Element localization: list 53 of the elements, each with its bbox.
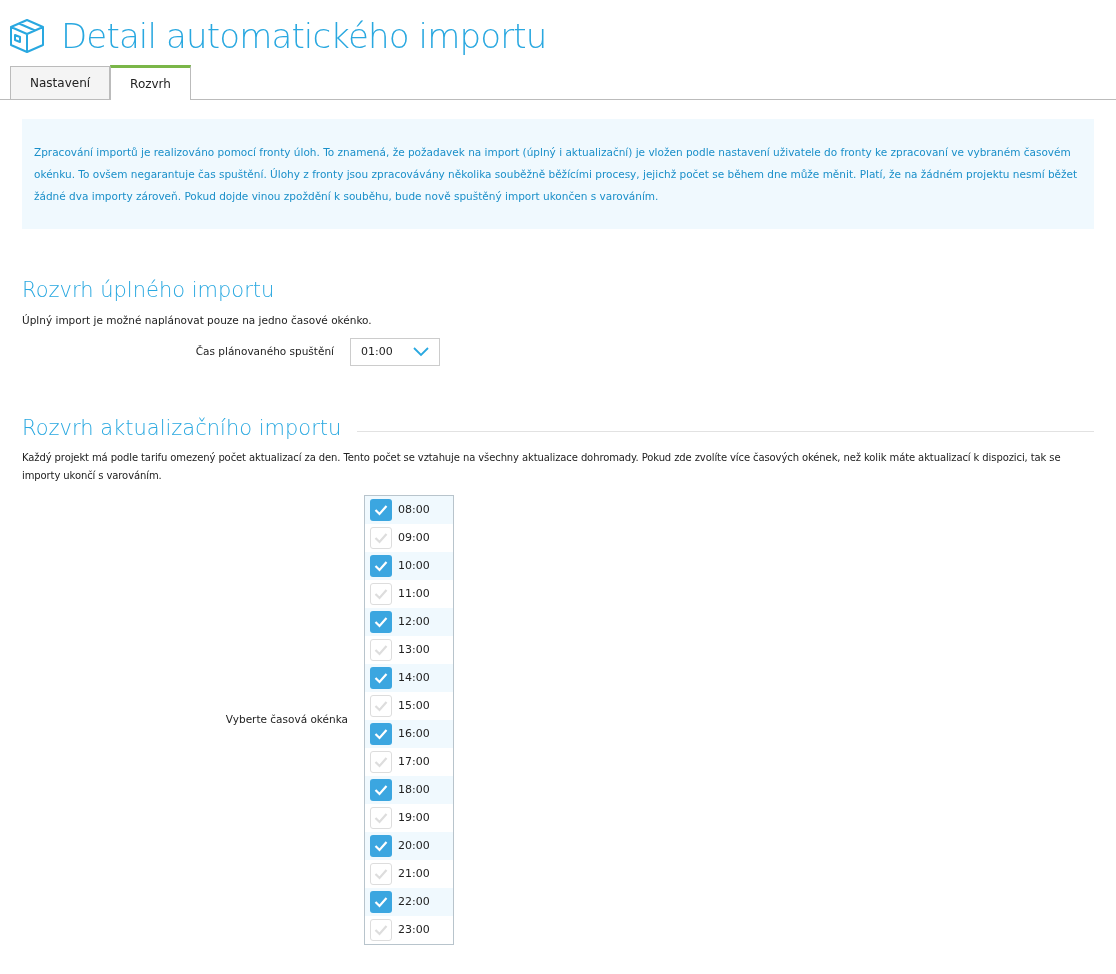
checkmark-icon [374,559,388,572]
checkbox[interactable] [370,890,392,913]
section-description: Úplný import je možné naplánovat pouze na jedno časové okénko. [22,312,373,328]
time-slot-option[interactable]: 12:00 [365,607,453,636]
time-slot-option[interactable]: 22:00 [365,887,453,916]
checkbox[interactable] [370,778,392,801]
box-icon [9,18,45,54]
section-heading: Rozvrh úplného importu [22,277,276,304]
checkmark-icon [374,503,388,516]
checkbox[interactable] [370,722,392,745]
tab[interactable]: Nastavení [10,66,111,99]
checkmark-icon [374,755,388,768]
checkbox[interactable] [370,806,392,829]
checkbox[interactable] [370,498,392,521]
checkmark-icon [374,699,388,712]
checkmark-icon [374,587,388,600]
time-slot-option[interactable]: 20:00 [365,831,453,860]
checkbox[interactable] [370,834,392,857]
checkmark-icon [374,811,388,824]
time-slot-option[interactable]: 10:00 [365,551,453,580]
checkbox[interactable] [370,554,392,577]
time-slot-option[interactable]: 08:00 [365,495,453,524]
checkmark-icon [374,839,388,852]
section-description: Každý projekt má podle tarifu omezený počet aktualizací za den. Tento počet se vztahuje na všechny aktualizace dohromady. Pokud zde zvolíte více časových okének, než kolik máte aktualizací k dispozici, tak se importy ukončí s varováním. [22,450,1062,483]
time-dropdown[interactable]: 01:00 [350,338,440,367]
checkmark-icon [374,783,388,796]
field-label: Čas plánovaného spuštění [194,344,335,360]
checkbox[interactable] [370,862,392,885]
info-text: Zpracování importů je realizováno pomocí fronty úloh. To znamená, že požadavek na import (úplný i aktualizační) je vložen podle nastavení uživatele do fronty ke zpracovaní ve vybraném časovém okénku. To ovšem negarantuje čas spuštění. Úlohy z fronty jsou zpracovávány několika souběžně běžícími procesy, jejichž počet se během dne může měnit. Platí, že na žádném projektu nesmí běžet žádné dva importy zároveň. Pokud dojde vinou zpoždění k souběhu, bude nově spuštěný import ukončen s varováním. [34,145,1079,204]
checkbox[interactable] [370,582,392,605]
checkmark-icon [374,615,388,628]
checkbox[interactable] [370,918,392,941]
checkmark-icon [374,895,388,908]
checkmark-icon [374,643,388,656]
checkmark-icon [374,923,388,936]
checkbox[interactable] [370,526,392,549]
checkbox[interactable] [370,750,392,773]
checkbox[interactable] [370,610,392,633]
time-slot-option[interactable]: 18:00 [365,775,453,804]
checkmark-icon [374,727,388,740]
checkbox[interactable] [370,694,392,717]
checkmark-icon [374,671,388,684]
tab[interactable]: Rozvrh [110,65,191,100]
checkbox[interactable] [370,666,392,689]
time-slot-option[interactable]: 16:00 [365,719,453,748]
chevron-down-icon [413,347,429,358]
page-title: Detail automatického importu [61,14,547,58]
checkmark-icon [374,867,388,880]
time-slot-option[interactable]: 14:00 [365,663,453,692]
section-heading: Rozvrh aktualizačního importu [22,415,342,443]
checkmark-icon [374,531,388,544]
checkbox[interactable] [370,638,392,661]
field-label: Vyberte časová okénka [224,711,349,727]
